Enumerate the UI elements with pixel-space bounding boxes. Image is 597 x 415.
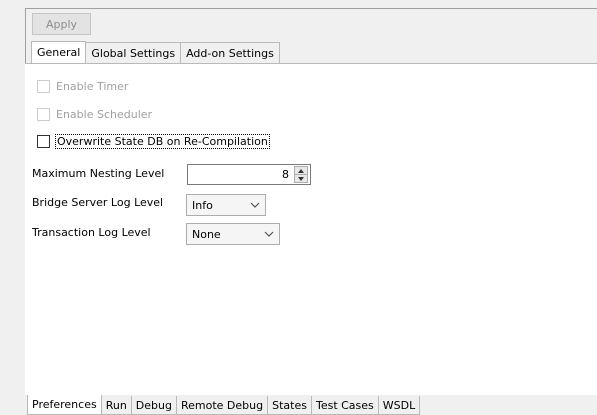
triangle-up-icon	[298, 168, 304, 173]
tab-preferences[interactable]: Preferences	[27, 395, 102, 415]
spinner-up-button[interactable]	[294, 166, 308, 175]
bridge-server-log-level-label: Bridge Server Log Level	[32, 196, 164, 209]
frame-top-border	[25, 8, 597, 9]
tab-states[interactable]: States	[268, 396, 312, 415]
max-nesting-level-value[interactable]: 8	[188, 168, 294, 181]
bridge-server-log-level-select[interactable]: Info	[186, 194, 266, 216]
max-nesting-level-label: Maximum Nesting Level	[32, 167, 165, 180]
enable-scheduler-label: Enable Scheduler	[56, 108, 153, 121]
enable-timer-row[interactable]: Enable Timer	[37, 80, 128, 93]
bridge-server-log-level-value: Info	[192, 198, 213, 212]
max-nesting-level-spinner[interactable]: 8	[187, 164, 311, 185]
transaction-log-level-select[interactable]: None	[186, 223, 280, 245]
chevron-down-icon	[245, 202, 265, 208]
spinner-buttons	[294, 166, 308, 183]
tab-wsdl[interactable]: WSDL	[378, 396, 421, 415]
overwrite-state-db-label: Overwrite State DB on Re-Compilation	[55, 134, 270, 149]
triangle-down-icon	[298, 176, 304, 181]
enable-scheduler-checkbox[interactable]	[37, 108, 50, 121]
tab-remote-debug[interactable]: Remote Debug	[176, 396, 269, 415]
transaction-log-level-value: None	[192, 227, 221, 241]
tab-run[interactable]: Run	[101, 396, 132, 415]
overwrite-state-db-checkbox[interactable]	[37, 135, 50, 148]
tab-add-on-settings[interactable]: Add-on Settings	[181, 42, 280, 63]
tab-global-settings[interactable]: Global Settings	[86, 42, 182, 63]
bottom-tab-bar: Preferences Run Debug Remote Debug State…	[27, 395, 421, 415]
tab-general[interactable]: General	[31, 41, 87, 63]
apply-button[interactable]: Apply	[32, 13, 91, 35]
tab-debug[interactable]: Debug	[131, 396, 177, 415]
enable-scheduler-row[interactable]: Enable Scheduler	[37, 108, 152, 121]
tab-test-cases[interactable]: Test Cases	[311, 396, 379, 415]
enable-timer-label: Enable Timer	[56, 80, 129, 93]
settings-tab-bar: General Global Settings Add-on Settings	[31, 41, 280, 63]
chevron-down-icon	[259, 231, 279, 237]
overwrite-state-db-row[interactable]: Overwrite State DB on Re-Compilation	[37, 134, 270, 149]
spinner-down-button[interactable]	[294, 175, 308, 183]
enable-timer-checkbox[interactable]	[37, 80, 50, 93]
transaction-log-level-label: Transaction Log Level	[32, 226, 151, 239]
